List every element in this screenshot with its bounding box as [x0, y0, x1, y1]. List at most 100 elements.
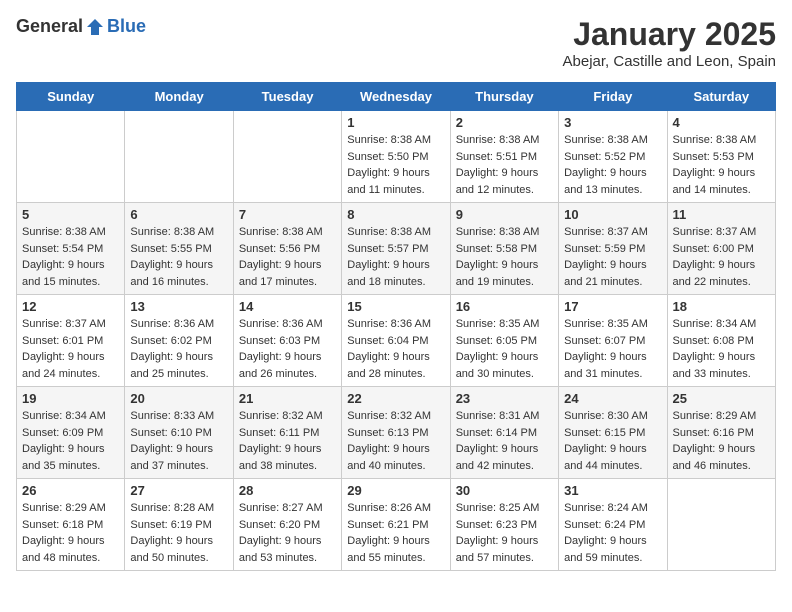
day-info: Sunrise: 8:26 AMSunset: 6:21 PMDaylight:…	[347, 500, 444, 566]
day-info-line: Daylight: 9 hours and 25 minutes.	[130, 349, 227, 382]
day-info-line: Daylight: 9 hours and 19 minutes.	[456, 257, 553, 290]
day-info: Sunrise: 8:37 AMSunset: 6:00 PMDaylight:…	[673, 224, 770, 290]
day-info-line: Daylight: 9 hours and 57 minutes.	[456, 533, 553, 566]
day-info-line: Sunset: 5:55 PM	[130, 241, 227, 258]
day-info-line: Sunrise: 8:38 AM	[347, 132, 444, 149]
day-info-line: Sunrise: 8:27 AM	[239, 500, 336, 517]
calendar-week-5: 26 Sunrise: 8:29 AMSunset: 6:18 PMDayligh…	[17, 479, 776, 571]
day-number: 1	[347, 115, 444, 130]
day-info-line: Daylight: 9 hours and 53 minutes.	[239, 533, 336, 566]
day-info-line: Daylight: 9 hours and 17 minutes.	[239, 257, 336, 290]
day-info-line: Sunset: 5:51 PM	[456, 149, 553, 166]
day-info-line: Sunset: 6:03 PM	[239, 333, 336, 350]
day-info-line: Sunrise: 8:37 AM	[673, 224, 770, 241]
day-info-line: Sunrise: 8:38 AM	[456, 224, 553, 241]
day-info-line: Sunset: 6:23 PM	[456, 517, 553, 534]
day-header-monday: Monday	[125, 83, 233, 111]
calendar-cell: 13Sunrise: 8:36 AMSunset: 6:02 PMDayligh…	[125, 295, 233, 387]
day-info: Sunrise: 8:38 AMSunset: 5:53 PMDaylight:…	[673, 132, 770, 198]
day-number: 31	[564, 483, 661, 498]
day-number: 18	[673, 299, 770, 314]
day-info-line: Daylight: 9 hours and 59 minutes.	[564, 533, 661, 566]
day-info: Sunrise: 8:38 AMSunset: 5:50 PMDaylight:…	[347, 132, 444, 198]
day-info-line: Sunrise: 8:36 AM	[347, 316, 444, 333]
day-info-line: Daylight: 9 hours and 12 minutes.	[456, 165, 553, 198]
day-info-line: Sunrise: 8:29 AM	[673, 408, 770, 425]
day-info-line: Sunset: 6:19 PM	[130, 517, 227, 534]
logo-general: General	[16, 16, 83, 37]
day-info-line: Sunrise: 8:34 AM	[22, 408, 119, 425]
day-info: Sunrise: 8:29 AMSunset: 6:18 PMDaylight:…	[22, 500, 119, 566]
day-number: 13	[130, 299, 227, 314]
day-info-line: Daylight: 9 hours and 22 minutes.	[673, 257, 770, 290]
calendar-cell: 9Sunrise: 8:38 AMSunset: 5:58 PMDaylight…	[450, 203, 558, 295]
day-info-line: Daylight: 9 hours and 11 minutes.	[347, 165, 444, 198]
day-number: 4	[673, 115, 770, 130]
day-header-tuesday: Tuesday	[233, 83, 341, 111]
calendar-table: SundayMondayTuesdayWednesdayThursdayFrid…	[16, 82, 776, 571]
day-info-line: Sunrise: 8:24 AM	[564, 500, 661, 517]
logo-icon	[85, 17, 105, 37]
day-info-line: Sunset: 6:10 PM	[130, 425, 227, 442]
day-info: Sunrise: 8:38 AMSunset: 5:51 PMDaylight:…	[456, 132, 553, 198]
day-info: Sunrise: 8:38 AMSunset: 5:55 PMDaylight:…	[130, 224, 227, 290]
day-info-line: Sunset: 5:50 PM	[347, 149, 444, 166]
day-info-line: Sunset: 5:53 PM	[673, 149, 770, 166]
day-info: Sunrise: 8:38 AMSunset: 5:54 PMDaylight:…	[22, 224, 119, 290]
day-info: Sunrise: 8:27 AMSunset: 6:20 PMDaylight:…	[239, 500, 336, 566]
calendar-cell: 31 Sunrise: 8:24 AMSunset: 6:24 PMDayligh…	[559, 479, 667, 571]
logo: General Blue	[16, 16, 146, 37]
day-info-line: Sunset: 5:57 PM	[347, 241, 444, 258]
day-info-line: Sunrise: 8:35 AM	[456, 316, 553, 333]
day-info-line: Sunset: 6:24 PM	[564, 517, 661, 534]
day-info-line: Sunset: 6:09 PM	[22, 425, 119, 442]
day-number: 6	[130, 207, 227, 222]
day-header-saturday: Saturday	[667, 83, 775, 111]
calendar-cell	[667, 479, 775, 571]
day-info-line: Sunset: 6:01 PM	[22, 333, 119, 350]
day-info-line: Sunrise: 8:38 AM	[564, 132, 661, 149]
day-info: Sunrise: 8:36 AMSunset: 6:03 PMDaylight:…	[239, 316, 336, 382]
day-info-line: Sunrise: 8:38 AM	[456, 132, 553, 149]
day-info-line: Sunset: 6:13 PM	[347, 425, 444, 442]
calendar-cell: 11 Sunrise: 8:37 AMSunset: 6:00 PMDayligh…	[667, 203, 775, 295]
day-info-line: Daylight: 9 hours and 31 minutes.	[564, 349, 661, 382]
day-info-line: Sunrise: 8:37 AM	[564, 224, 661, 241]
day-number: 10	[564, 207, 661, 222]
subtitle: Abejar, Castille and Leon, Spain	[563, 53, 776, 70]
day-info-line: Daylight: 9 hours and 13 minutes.	[564, 165, 661, 198]
day-info-line: Sunset: 6:04 PM	[347, 333, 444, 350]
calendar-week-3: 12Sunrise: 8:37 AMSunset: 6:01 PMDayligh…	[17, 295, 776, 387]
calendar-cell: 25 Sunrise: 8:29 AMSunset: 6:16 PMDayligh…	[667, 387, 775, 479]
calendar-week-1: 1Sunrise: 8:38 AMSunset: 5:50 PMDaylight…	[17, 111, 776, 203]
day-info: Sunrise: 8:38 AMSunset: 5:58 PMDaylight:…	[456, 224, 553, 290]
day-info-line: Daylight: 9 hours and 24 minutes.	[22, 349, 119, 382]
day-number: 11	[673, 207, 770, 222]
day-info-line: Daylight: 9 hours and 38 minutes.	[239, 441, 336, 474]
day-info-line: Daylight: 9 hours and 44 minutes.	[564, 441, 661, 474]
day-number: 21	[239, 391, 336, 406]
day-info-line: Sunset: 6:21 PM	[347, 517, 444, 534]
calendar-cell: 21Sunrise: 8:32 AMSunset: 6:11 PMDayligh…	[233, 387, 341, 479]
day-info: Sunrise: 8:34 AMSunset: 6:08 PMDaylight:…	[673, 316, 770, 382]
day-info-line: Sunrise: 8:28 AM	[130, 500, 227, 517]
day-info-line: Sunset: 6:16 PM	[673, 425, 770, 442]
day-info: Sunrise: 8:30 AMSunset: 6:15 PMDaylight:…	[564, 408, 661, 474]
calendar-cell: 3Sunrise: 8:38 AMSunset: 5:52 PMDaylight…	[559, 111, 667, 203]
day-number: 25	[673, 391, 770, 406]
day-info: Sunrise: 8:35 AMSunset: 6:07 PMDaylight:…	[564, 316, 661, 382]
page-header: General Blue January 2025 Abejar, Castil…	[16, 16, 776, 70]
day-number: 17	[564, 299, 661, 314]
day-info-line: Sunset: 5:54 PM	[22, 241, 119, 258]
day-info-line: Daylight: 9 hours and 46 minutes.	[673, 441, 770, 474]
day-info-line: Sunset: 6:18 PM	[22, 517, 119, 534]
day-number: 26	[22, 483, 119, 498]
day-number: 14	[239, 299, 336, 314]
day-info-line: Daylight: 9 hours and 35 minutes.	[22, 441, 119, 474]
day-info-line: Sunset: 6:15 PM	[564, 425, 661, 442]
day-header-sunday: Sunday	[17, 83, 125, 111]
calendar-week-4: 19Sunrise: 8:34 AMSunset: 6:09 PMDayligh…	[17, 387, 776, 479]
day-info-line: Daylight: 9 hours and 21 minutes.	[564, 257, 661, 290]
day-info: Sunrise: 8:25 AMSunset: 6:23 PMDaylight:…	[456, 500, 553, 566]
calendar-cell: 14 Sunrise: 8:36 AMSunset: 6:03 PMDayligh…	[233, 295, 341, 387]
